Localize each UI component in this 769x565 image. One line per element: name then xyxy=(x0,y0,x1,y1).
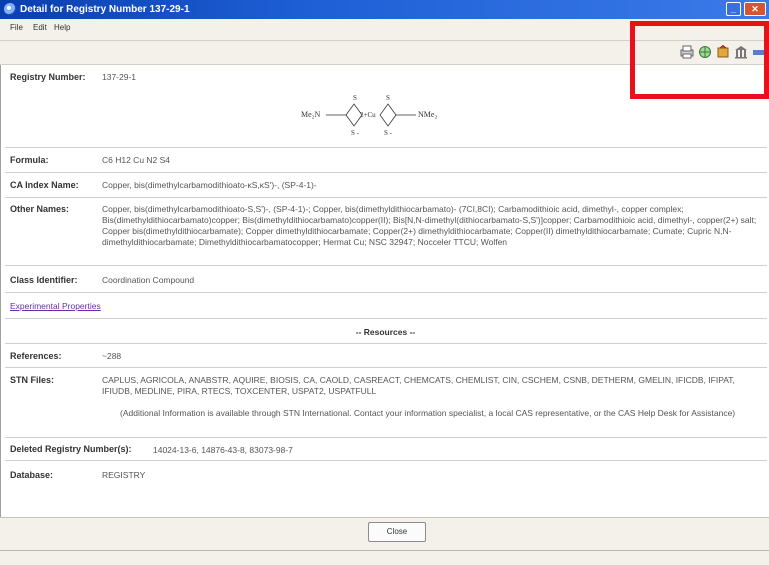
divider xyxy=(5,460,767,461)
window-title: Detail for Registry Number 137-29-1 xyxy=(20,4,190,15)
divider xyxy=(5,343,767,344)
menu-file[interactable]: File xyxy=(10,23,23,32)
class-identifier-label: Class Identifier: xyxy=(10,275,78,285)
other-names-value: Copper, bis(dimethylcarbamodithioato-S,S… xyxy=(102,204,757,247)
center-metal-label: 2+Cu xyxy=(360,111,376,119)
sulfur-bottom-left: S - xyxy=(351,129,360,137)
divider xyxy=(5,147,767,148)
deleted-registry-label: Deleted Registry Number(s): xyxy=(10,444,132,454)
ca-index-name-value: Copper, bis(dimethylcarbamodithioato-κS,… xyxy=(102,180,317,190)
ca-index-name-label: CA Index Name: xyxy=(10,180,79,190)
menu-help[interactable]: Help xyxy=(54,23,70,32)
divider xyxy=(5,265,767,266)
experimental-properties-link[interactable]: Experimental Properties xyxy=(10,301,101,311)
sulfur-top-right: S xyxy=(386,94,390,102)
close-button[interactable]: Close xyxy=(368,522,426,542)
close-icon[interactable]: ✕ xyxy=(744,2,766,16)
divider xyxy=(5,197,767,198)
class-identifier-value: Coordination Compound xyxy=(102,275,195,285)
highlight-box xyxy=(630,21,769,99)
stn-files-value: CAPLUS, AGRICOLA, ANABSTR, AQUIRE, BIOSI… xyxy=(102,375,735,396)
formula-label: Formula: xyxy=(10,155,49,165)
minimize-icon[interactable]: _ xyxy=(726,2,741,16)
detail-panel: Registry Number: 137-29-1 Me₂N 2+Cu NMe₂… xyxy=(0,65,769,517)
right-group-label: NMe₂ xyxy=(418,110,437,119)
formula-value: C6 H12 Cu N2 S4 xyxy=(102,155,171,165)
divider xyxy=(5,437,767,438)
sulfur-top-left: S xyxy=(353,94,357,102)
chemical-structure: Me₂N 2+Cu NMe₂ S S S - S - xyxy=(301,94,437,137)
deleted-registry-value: 14024-13-6, 14876-43-8, 83073-98-7 xyxy=(153,445,293,455)
registry-number-value: 137-29-1 xyxy=(102,72,137,82)
status-bar-divider xyxy=(0,550,769,551)
footer-bar: Close xyxy=(0,517,769,565)
references-value[interactable]: ~288 xyxy=(102,351,121,362)
sulfur-bottom-right: S - xyxy=(384,129,393,137)
registry-number-label: Registry Number: xyxy=(10,72,86,82)
divider xyxy=(5,367,767,368)
title-bar: Detail for Registry Number 137-29-1 _ ✕ xyxy=(0,0,769,19)
menu-edit[interactable]: Edit xyxy=(33,23,47,32)
additional-info-text: (Additional Information is available thr… xyxy=(120,408,736,418)
app-icon xyxy=(4,3,16,15)
divider xyxy=(5,292,767,293)
database-value: REGISTRY xyxy=(102,470,146,480)
left-group-label: Me₂N xyxy=(301,110,320,119)
resources-heading: -- Resources -- xyxy=(355,327,416,337)
other-names-label: Other Names: xyxy=(10,204,70,214)
divider xyxy=(5,318,767,319)
divider xyxy=(5,172,767,173)
references-label: References: xyxy=(10,351,62,361)
database-label: Database: xyxy=(10,470,54,480)
stn-files-label: STN Files: xyxy=(10,375,55,385)
